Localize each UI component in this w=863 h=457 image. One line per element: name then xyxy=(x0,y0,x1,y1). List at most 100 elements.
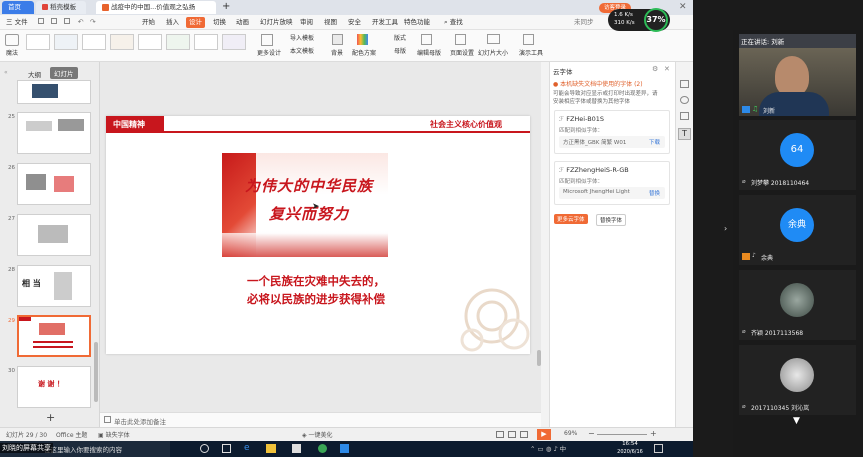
print-icon[interactable] xyxy=(51,18,58,24)
notes-bar[interactable]: 单击此处添加备注 xyxy=(100,412,541,427)
video-tile-participant[interactable]: ⌀ 2017110345 刘沁岚 xyxy=(739,345,856,415)
play-slideshow-button[interactable]: ▶ xyxy=(537,429,551,440)
menu-insert[interactable]: 插入 xyxy=(166,17,179,28)
tab-home[interactable]: 首页 xyxy=(2,1,34,14)
redo-icon[interactable]: ↷ xyxy=(90,18,96,26)
animation-icon[interactable] xyxy=(680,96,689,104)
slides-tab[interactable]: 幻灯片 xyxy=(50,67,78,79)
more-design-icon[interactable] xyxy=(261,34,273,46)
slide-thumb-24[interactable] xyxy=(17,80,91,104)
edit-master-icon[interactable] xyxy=(421,34,432,45)
slide-thumb-30[interactable]: 谢 谢 ！ xyxy=(17,366,91,408)
store-icon[interactable] xyxy=(292,444,301,453)
window-close-icon[interactable]: ✕ xyxy=(679,2,687,13)
presentation-tools-button[interactable]: 演示工具 xyxy=(519,49,543,58)
slide-size-icon[interactable] xyxy=(487,34,500,44)
menu-view[interactable]: 视图 xyxy=(324,17,337,28)
notification-icon[interactable] xyxy=(654,444,663,453)
file-menu[interactable]: 三 文件 xyxy=(6,17,28,28)
menu-transition[interactable]: 切换 xyxy=(213,17,226,28)
magic-icon[interactable] xyxy=(5,34,19,46)
zoom-in-button[interactable]: + xyxy=(650,429,657,438)
slide-thumb-28[interactable]: 相 当 xyxy=(17,265,91,307)
design-template-2[interactable] xyxy=(54,34,78,50)
expand-arrow-icon[interactable]: › xyxy=(724,224,727,233)
panel-close-icon[interactable]: ✕ xyxy=(664,65,670,73)
panel-settings-icon[interactable]: ⚙ xyxy=(652,65,658,73)
tab-templates[interactable]: 稻壳模板 xyxy=(36,1,86,14)
font-candidate-2[interactable]: Microsoft JhengHei Light 替换 xyxy=(559,187,665,199)
sorter-view-icon[interactable] xyxy=(508,431,516,438)
add-slide-button[interactable]: + xyxy=(46,411,55,424)
format-icon[interactable] xyxy=(680,112,689,120)
menu-features[interactable]: 特色功能 xyxy=(404,17,430,28)
format-button[interactable]: 版式 xyxy=(394,34,406,43)
clock-date[interactable]: 2020/6/16 xyxy=(612,449,648,455)
menu-search[interactable]: ⌕ 查找 xyxy=(444,17,463,28)
zoom-out-button[interactable]: − xyxy=(588,429,595,438)
sync-status[interactable]: 未同步 xyxy=(574,17,594,28)
collapse-panel-icon[interactable]: « xyxy=(4,69,8,76)
task-view-icon[interactable] xyxy=(222,444,231,453)
slide-thumb-29-selected[interactable] xyxy=(17,315,91,357)
design-template-3[interactable] xyxy=(82,34,106,50)
font-candidate-1[interactable]: 方正黑体_GBK 简繁 W01 下载 xyxy=(559,136,665,148)
video-tile-participant[interactable]: 64 ⌀ 刘梦攀 2018110464 xyxy=(739,120,856,190)
normal-view-icon[interactable] xyxy=(496,431,504,438)
cloud-font-icon[interactable]: T xyxy=(678,128,691,140)
beautify-button[interactable]: ◈ 一键美化 xyxy=(302,430,333,439)
reading-view-icon[interactable] xyxy=(520,431,528,438)
file-explorer-icon[interactable] xyxy=(266,444,276,453)
menu-slideshow[interactable]: 幻灯片放映 xyxy=(260,17,293,28)
video-tile-speaker[interactable]: 正在讲话: 刘新 ♫ 刘新 xyxy=(739,34,856,116)
design-template-7[interactable] xyxy=(194,34,218,50)
replace-font-button[interactable]: 替换字体 xyxy=(596,214,627,226)
background-button[interactable]: 背景 xyxy=(331,49,343,58)
presentation-tools-icon[interactable] xyxy=(523,34,534,45)
edit-master-button[interactable]: 编辑母版 xyxy=(417,49,441,58)
import-template-button[interactable]: 导入模板 xyxy=(290,34,314,43)
more-cloud-fonts-button[interactable]: 更多云字体 xyxy=(554,214,588,224)
design-template-5[interactable] xyxy=(138,34,162,50)
slide-thumb-25[interactable] xyxy=(17,112,91,154)
page-setup-button[interactable]: 页面设置 xyxy=(450,49,474,58)
app-icon-green[interactable] xyxy=(318,444,327,453)
menu-developer[interactable]: 开发工具 xyxy=(372,17,398,28)
background-icon[interactable] xyxy=(332,34,343,45)
undo-icon[interactable]: ↶ xyxy=(78,18,84,26)
download-font-link[interactable]: 下载 xyxy=(649,138,660,146)
slide-thumb-26[interactable] xyxy=(17,163,91,205)
preview-icon[interactable] xyxy=(64,18,71,24)
missing-font-status[interactable]: ▣ 缺失字体 xyxy=(98,430,130,439)
template-button[interactable]: 母版 xyxy=(394,47,406,56)
properties-icon[interactable] xyxy=(680,80,689,88)
app-icon-blue[interactable] xyxy=(340,444,349,453)
slides-scrollbar[interactable] xyxy=(94,342,98,402)
master-template-button[interactable]: 本文模板 xyxy=(290,47,314,56)
cortana-icon[interactable] xyxy=(200,444,209,453)
design-template-8[interactable] xyxy=(222,34,246,50)
system-tray-icons[interactable]: ⌃ ▭ ◍ ♪ 中 xyxy=(530,443,566,453)
video-tile-participant[interactable]: ⌀ 齐颖 2017113568 xyxy=(739,270,856,340)
design-template-4[interactable] xyxy=(110,34,134,50)
tab-document[interactable]: 战疫中的中国...价值观之弘扬 xyxy=(96,1,216,14)
current-slide[interactable]: 中国精神 社会主义核心价值观 为伟大的中华民族 复兴而努力 一个民族在灾难中失去… xyxy=(106,116,530,354)
menu-security[interactable]: 安全 xyxy=(348,17,361,28)
design-template-6[interactable] xyxy=(166,34,190,50)
menu-review[interactable]: 审阅 xyxy=(300,17,313,28)
clock-time[interactable]: 16:54 xyxy=(617,441,643,447)
menu-animation[interactable]: 动画 xyxy=(236,17,249,28)
color-scheme-icon[interactable] xyxy=(357,34,368,45)
color-scheme-button[interactable]: 配色方案 xyxy=(352,49,376,58)
canvas-scrollbar[interactable] xyxy=(537,350,541,366)
replace-font-link[interactable]: 替换 xyxy=(649,189,660,197)
more-design-label[interactable]: 更多设计 xyxy=(257,49,281,58)
design-template-1[interactable] xyxy=(26,34,50,50)
save-icon[interactable] xyxy=(38,18,44,24)
menu-start[interactable]: 开始 xyxy=(142,17,155,28)
video-tile-participant[interactable]: 余典 ♪ 余典 xyxy=(739,195,856,265)
menu-design[interactable]: 设计 xyxy=(186,17,205,28)
outline-tab[interactable]: 大纲 xyxy=(28,69,41,79)
edge-icon[interactable]: e xyxy=(244,443,250,453)
page-setup-icon[interactable] xyxy=(455,34,466,45)
